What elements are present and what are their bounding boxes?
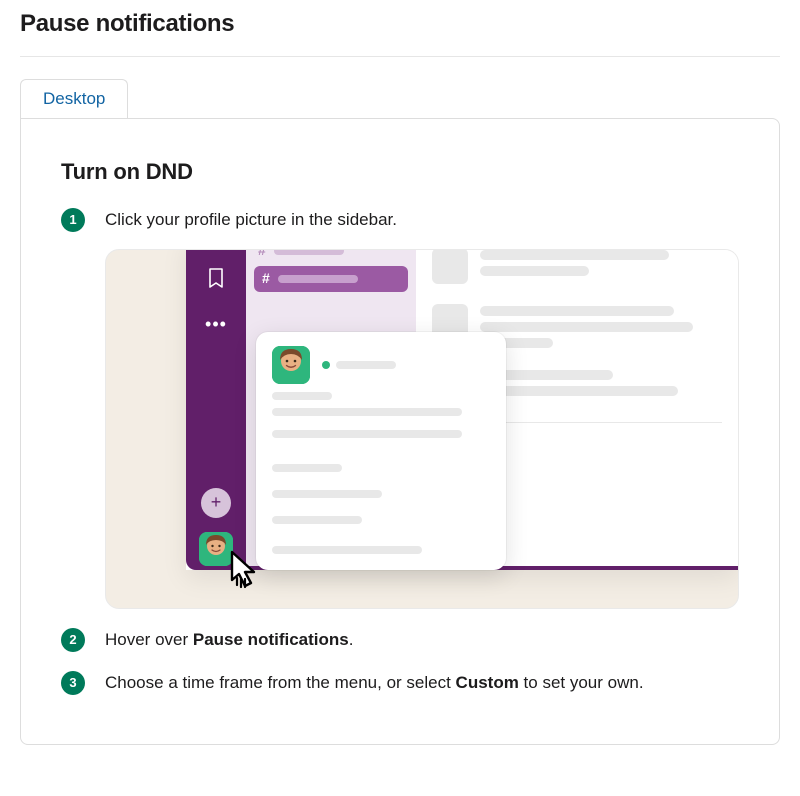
step-3-prefix: Choose a time frame from the menu, or se… bbox=[105, 673, 456, 692]
tab-strip: Desktop bbox=[20, 79, 780, 119]
step-1-text: Click your profile picture in the sideba… bbox=[105, 210, 397, 229]
step-2-bold: Pause notifications bbox=[193, 630, 349, 649]
message-avatar bbox=[432, 249, 468, 284]
cursor-icon bbox=[226, 548, 270, 600]
message-row bbox=[416, 249, 738, 294]
channel-item-selected: # bbox=[254, 266, 408, 292]
step-3-bold: Custom bbox=[456, 673, 519, 692]
more-icon: ••• bbox=[206, 314, 226, 334]
slack-sidebar-rail: ••• + bbox=[186, 249, 246, 570]
presence-dot-icon bbox=[322, 361, 330, 369]
step-2: Hover over Pause notifications. bbox=[61, 627, 739, 653]
illustration: ••• + bbox=[105, 249, 739, 609]
hash-icon: # bbox=[262, 268, 270, 289]
channel-item: # bbox=[246, 249, 416, 264]
step-3-suffix: to set your own. bbox=[519, 673, 644, 692]
section-title: Turn on DND bbox=[61, 159, 739, 185]
hash-icon: # bbox=[258, 249, 266, 262]
popover-avatar bbox=[272, 346, 310, 384]
bookmark-icon bbox=[206, 268, 226, 288]
steps-list: Click your profile picture in the sideba… bbox=[61, 207, 739, 696]
profile-popover bbox=[256, 332, 506, 570]
page-title: Pause notifications bbox=[20, 10, 780, 57]
step-2-suffix: . bbox=[349, 630, 354, 649]
slack-window: ••• + bbox=[186, 249, 738, 570]
content-panel: Turn on DND Click your profile picture i… bbox=[20, 118, 780, 745]
step-2-prefix: Hover over bbox=[105, 630, 193, 649]
add-workspace-button: + bbox=[201, 488, 231, 518]
tab-desktop[interactable]: Desktop bbox=[20, 79, 128, 118]
step-3: Choose a time frame from the menu, or se… bbox=[61, 670, 739, 696]
step-1: Click your profile picture in the sideba… bbox=[61, 207, 739, 609]
